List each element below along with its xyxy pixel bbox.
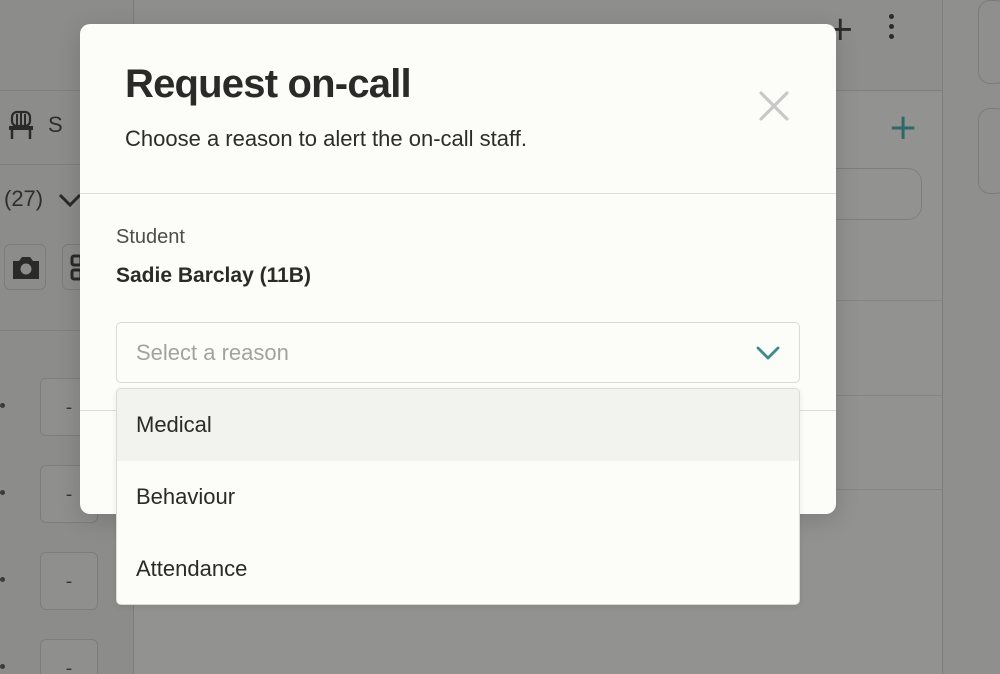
background-count: (27) [4, 186, 44, 211]
more-options-icon [886, 14, 896, 42]
student-name: Sadie Barclay (11B) [116, 264, 311, 287]
camera-button [4, 244, 46, 290]
add-icon: + [888, 107, 919, 148]
student-label: Student [116, 226, 185, 248]
background-bullet [0, 577, 5, 582]
seat-icon [8, 110, 34, 140]
close-icon [759, 91, 789, 121]
background-score-box: - [40, 639, 98, 674]
chevron-down-icon [58, 190, 82, 210]
dialog-title: Request on-call [125, 62, 412, 106]
close-button[interactable] [754, 86, 794, 126]
background-right-card [978, 108, 1000, 194]
reason-dropdown-menu: Medical Behaviour Attendance [116, 388, 800, 605]
background-bullet [0, 403, 5, 408]
background-right-card [978, 0, 1000, 84]
reason-option-medical[interactable]: Medical [117, 389, 799, 461]
reason-option-behaviour[interactable]: Behaviour [117, 461, 799, 533]
background-score-box: - [40, 552, 98, 610]
dialog-header: Request on-call Choose a reason to alert… [80, 24, 836, 194]
chevron-down-icon [756, 346, 780, 360]
reason-select-placeholder: Select a reason [136, 340, 289, 365]
background-bullet [0, 490, 5, 495]
dialog-subtitle: Choose a reason to alert the on-call sta… [125, 126, 527, 151]
background-label: S [48, 112, 63, 137]
reason-select[interactable]: Select a reason [116, 322, 800, 383]
background-bullet [0, 664, 5, 669]
reason-option-attendance[interactable]: Attendance [117, 533, 799, 604]
background-right-panel [942, 0, 1000, 674]
